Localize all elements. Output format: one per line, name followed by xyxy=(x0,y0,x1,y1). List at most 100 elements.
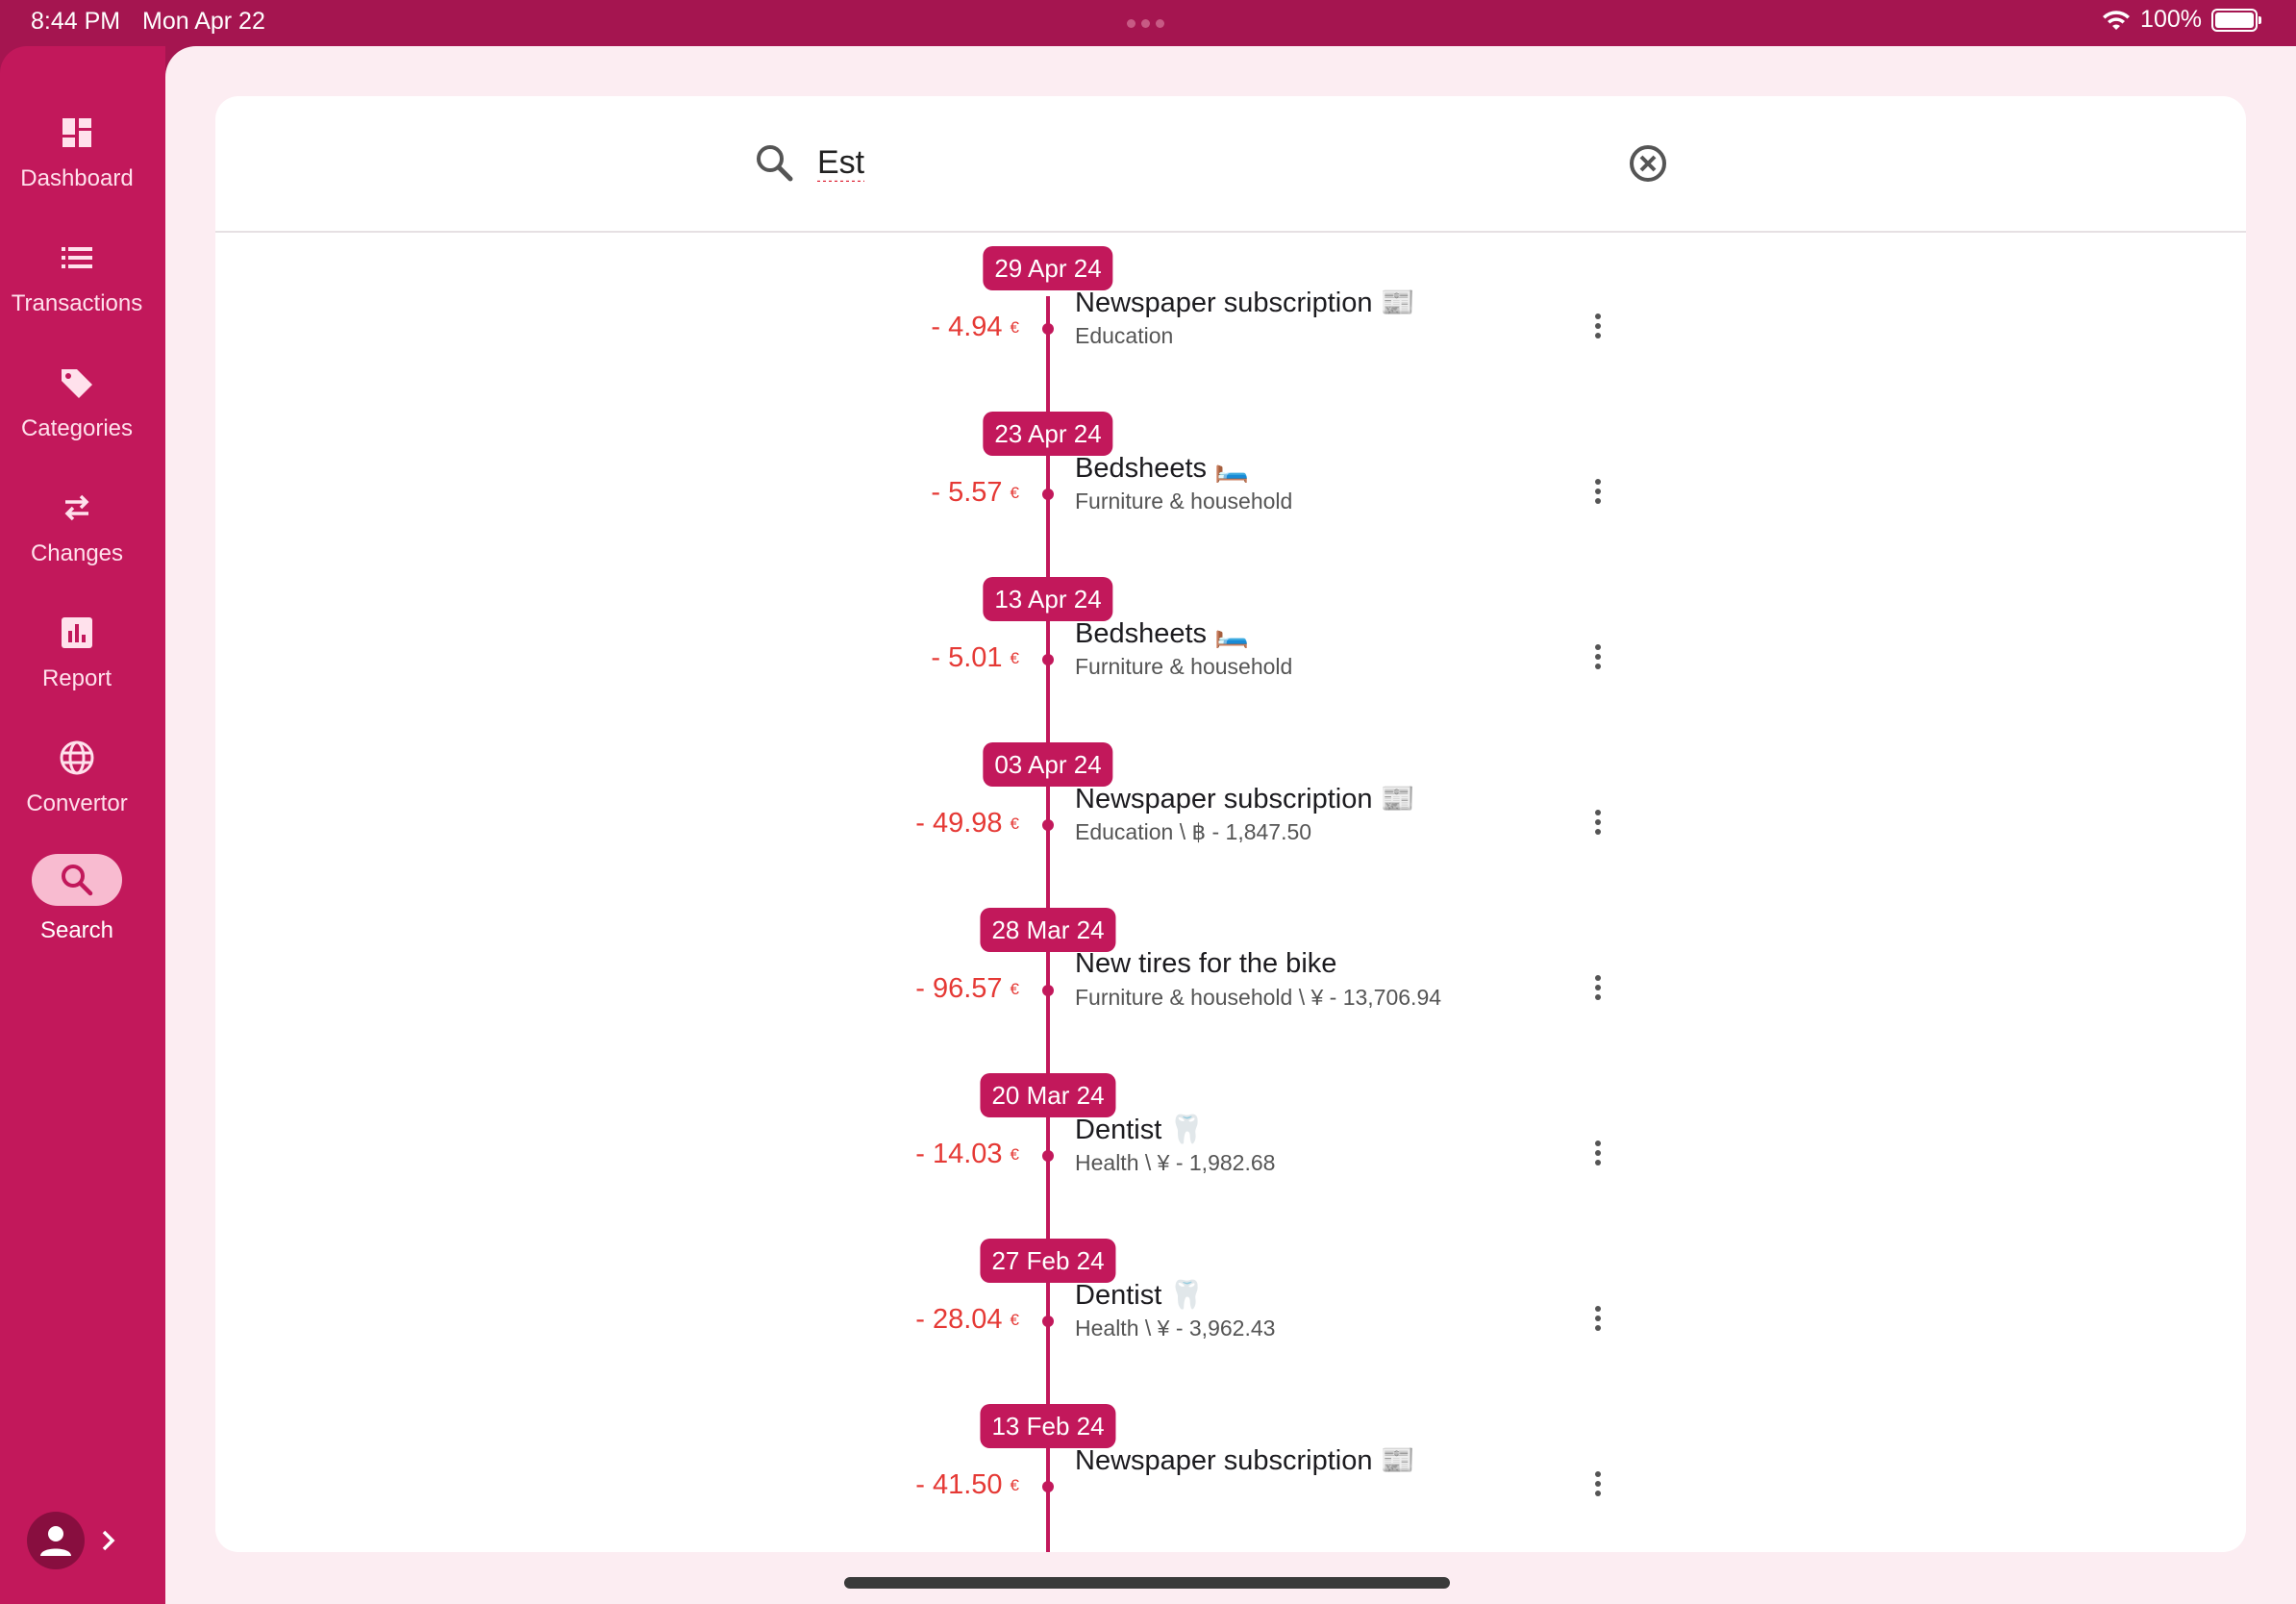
amount-value: - 41.50 xyxy=(915,1469,1003,1500)
currency-symbol: € xyxy=(1010,1145,1019,1165)
date-chip: 03 Apr 24 xyxy=(983,742,1113,787)
more-options-icon[interactable] xyxy=(1584,806,1612,844)
sidebar-item-label: Search xyxy=(39,917,114,943)
main-area: 29 Apr 24 - 4.94 € Newspaper subscription 📰… xyxy=(165,46,2296,1604)
transaction-subtitle: Furniture & household xyxy=(1075,489,1293,514)
status-time: 8:44 PM xyxy=(31,8,121,35)
currency-symbol: € xyxy=(1010,1476,1019,1495)
sidebar-item-label: Categories xyxy=(20,415,134,441)
more-options-icon[interactable] xyxy=(1584,640,1612,679)
tag-icon xyxy=(62,369,92,398)
amount-value: - 49.98 xyxy=(915,808,1003,839)
clear-search-icon[interactable] xyxy=(1627,142,1669,185)
sidebar-item-label: Transactions xyxy=(11,290,143,316)
date-chip: 23 Apr 24 xyxy=(983,412,1113,456)
transaction-amount: - 14.03 € xyxy=(827,1139,1019,1170)
more-options-icon[interactable] xyxy=(1584,971,1612,1010)
date-chip: 28 Mar 24 xyxy=(980,908,1116,952)
amount-value: - 96.57 xyxy=(915,973,1003,1004)
date-chip: 27 Feb 24 xyxy=(980,1239,1116,1283)
chevron-right-icon[interactable] xyxy=(98,1528,119,1553)
status-indicators: 100% xyxy=(2102,6,2261,34)
wifi-icon xyxy=(2103,10,2131,30)
avatar[interactable] xyxy=(27,1512,85,1569)
more-options-icon[interactable] xyxy=(1584,310,1612,348)
transaction-timeline: 29 Apr 24 - 4.94 € Newspaper subscription 📰… xyxy=(215,231,2246,1552)
search-card: 29 Apr 24 - 4.94 € Newspaper subscription 📰… xyxy=(215,96,2246,1552)
date-chip: 29 Apr 24 xyxy=(983,246,1113,290)
sidebar-item-search[interactable]: Search xyxy=(0,854,154,944)
transaction-title[interactable]: Newspaper subscription 📰 xyxy=(1075,287,1415,319)
timeline-dot xyxy=(1042,1481,1054,1492)
transaction-title[interactable]: New tires for the bike xyxy=(1075,948,1336,980)
transaction-amount: - 41.50 € xyxy=(827,1469,1019,1501)
currency-symbol: € xyxy=(1010,649,1019,668)
currency-symbol: € xyxy=(1010,980,1019,999)
timeline-dot xyxy=(1042,985,1054,996)
amount-value: - 5.57 xyxy=(931,477,1003,508)
list-icon xyxy=(62,247,92,268)
timeline-dot xyxy=(1042,654,1054,665)
sidebar-item-label: Convertor xyxy=(26,790,128,816)
transaction-subtitle: Furniture & household \ ¥ - 13,706.94 xyxy=(1075,985,1442,1010)
transaction-amount: - 5.57 € xyxy=(827,477,1019,509)
search-bar xyxy=(215,96,2246,233)
currency-symbol: € xyxy=(1010,815,1019,834)
transaction-amount: - 96.57 € xyxy=(827,973,1019,1005)
currency-symbol: € xyxy=(1010,1311,1019,1330)
timeline-dot xyxy=(1042,1316,1054,1327)
transaction-subtitle: Education \ ฿ - 1,847.50 xyxy=(1075,819,1312,844)
date-chip: 13 Feb 24 xyxy=(980,1404,1116,1448)
amount-value: - 28.04 xyxy=(915,1304,1003,1335)
timeline-dot xyxy=(1042,323,1054,335)
timeline-dot xyxy=(1042,489,1054,500)
sidebar-item-convertor[interactable]: Convertor xyxy=(0,737,154,817)
search-icon xyxy=(62,865,93,896)
account-switcher[interactable] xyxy=(27,1512,119,1569)
timeline-dot xyxy=(1042,1150,1054,1162)
amount-value: - 4.94 xyxy=(931,312,1003,342)
more-options-icon[interactable] xyxy=(1584,1302,1612,1341)
currency-symbol: € xyxy=(1010,318,1019,338)
transaction-title[interactable]: Dentist 🦷 xyxy=(1075,1114,1204,1146)
globe-icon xyxy=(60,740,94,775)
transaction-title[interactable]: Newspaper subscription 📰 xyxy=(1075,783,1415,815)
date-chip: 13 Apr 24 xyxy=(983,577,1113,621)
person-icon xyxy=(40,1526,71,1556)
transaction-subtitle: Education xyxy=(1075,323,1174,348)
transaction-amount: - 28.04 € xyxy=(827,1304,1019,1336)
sidebar-item-changes[interactable]: Changes xyxy=(0,487,154,567)
amount-value: - 5.01 xyxy=(931,642,1003,673)
more-options-icon[interactable] xyxy=(1584,1137,1612,1175)
sidebar-item-categories[interactable]: Categories xyxy=(0,362,154,442)
home-indicator[interactable] xyxy=(844,1577,1450,1589)
multitasking-dots-icon[interactable] xyxy=(1127,19,1164,28)
more-options-icon[interactable] xyxy=(1584,1467,1612,1506)
transaction-subtitle: Health \ ¥ - 3,962.43 xyxy=(1075,1316,1276,1341)
sidebar-item-transactions[interactable]: Transactions xyxy=(0,237,154,317)
more-options-icon[interactable] xyxy=(1584,475,1612,514)
swap-arrows-icon xyxy=(64,494,89,521)
battery-icon xyxy=(2211,8,2261,32)
status-bar: 8:44 PM Mon Apr 22 100% xyxy=(0,0,2296,46)
date-chip: 20 Mar 24 xyxy=(980,1073,1116,1117)
transaction-title[interactable]: Dentist 🦷 xyxy=(1075,1279,1204,1312)
transaction-amount: - 5.01 € xyxy=(827,642,1019,674)
amount-value: - 14.03 xyxy=(915,1139,1003,1169)
sidebar-item-label: Changes xyxy=(30,540,124,566)
dashboard-icon xyxy=(62,118,91,147)
transaction-title[interactable]: Newspaper subscription 📰 xyxy=(1075,1444,1415,1477)
transaction-amount: - 4.94 € xyxy=(827,312,1019,343)
search-icon xyxy=(757,145,793,182)
sidebar-item-label: Report xyxy=(41,665,112,691)
sidebar-item-label: Dashboard xyxy=(20,165,134,191)
search-input[interactable] xyxy=(815,133,1588,192)
sidebar-item-dashboard[interactable]: Dashboard xyxy=(0,112,154,192)
sidebar-item-report[interactable]: Report xyxy=(0,612,154,692)
transaction-title[interactable]: Bedsheets 🛏️ xyxy=(1075,452,1249,485)
bar-chart-icon xyxy=(62,617,92,648)
transaction-subtitle: Health \ ¥ - 1,982.68 xyxy=(1075,1150,1276,1175)
active-indicator xyxy=(32,854,122,906)
status-date: Mon Apr 22 xyxy=(142,8,265,35)
transaction-title[interactable]: Bedsheets 🛏️ xyxy=(1075,617,1249,650)
